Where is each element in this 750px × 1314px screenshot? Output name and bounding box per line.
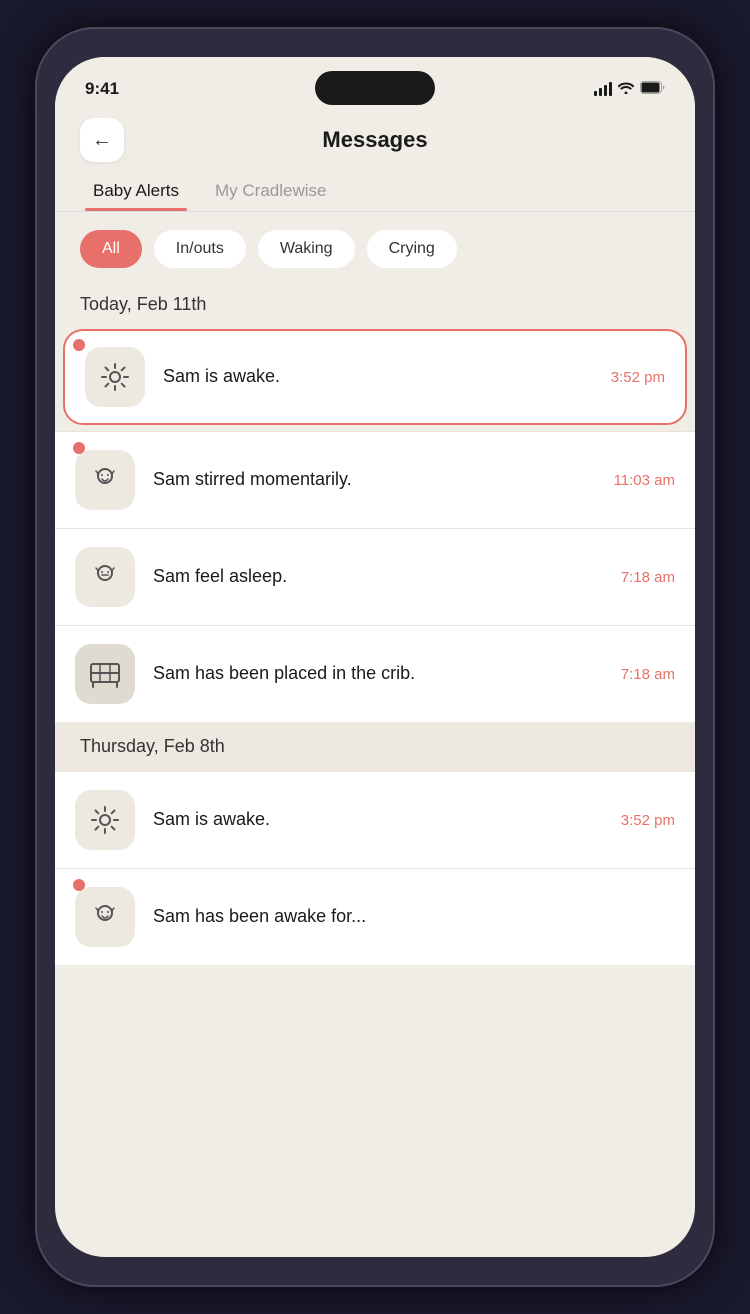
message-item-2-wrapper: Sam stirred momentarily. 11:03 am xyxy=(55,432,695,528)
tabs-container: Baby Alerts My Cradlewise xyxy=(55,163,695,211)
filter-chips: All In/outs Waking Crying xyxy=(55,212,695,286)
message-item-6-wrapper: Sam has been awake for... xyxy=(55,869,695,965)
message-text-5: Sam is awake. xyxy=(153,807,609,832)
page-title: Messages xyxy=(322,127,427,153)
highlighted-row: Sam is awake. 3:52 pm xyxy=(63,329,687,425)
message-icon-baby-1 xyxy=(75,450,135,510)
status-time: 9:41 xyxy=(85,79,119,99)
message-icon-baby-2 xyxy=(75,547,135,607)
message-item-4[interactable]: Sam has been placed in the crib. 7:18 am xyxy=(55,626,695,722)
message-text-6: Sam has been awake for... xyxy=(153,904,675,929)
bottom-safe-area xyxy=(55,965,695,995)
message-item-highlighted[interactable]: Sam is awake. 3:52 pm xyxy=(63,329,687,425)
message-item-3[interactable]: Sam feel asleep. 7:18 am xyxy=(55,529,695,625)
unread-dot-6 xyxy=(73,879,85,891)
phone-frame: 9:41 xyxy=(35,27,715,1287)
unread-dot xyxy=(73,339,85,351)
message-icon-sun-1 xyxy=(85,347,145,407)
battery-icon xyxy=(640,81,665,97)
message-item-6[interactable]: Sam has been awake for... xyxy=(55,869,695,965)
message-icon-sun-2 xyxy=(75,790,135,850)
message-text-3: Sam feel asleep. xyxy=(153,564,609,589)
chip-all[interactable]: All xyxy=(80,230,142,268)
back-button[interactable]: ← xyxy=(80,118,124,162)
date-header-today: Today, Feb 11th xyxy=(55,286,695,329)
message-item-5[interactable]: Sam is awake. 3:52 pm xyxy=(55,772,695,868)
unread-dot-2 xyxy=(73,442,85,454)
message-text-1: Sam is awake. xyxy=(163,364,599,389)
message-time-4: 7:18 am xyxy=(621,666,675,683)
dynamic-island xyxy=(315,71,435,105)
tab-baby-alerts[interactable]: Baby Alerts xyxy=(85,171,187,211)
message-icon-baby-3 xyxy=(75,887,135,947)
message-item-2[interactable]: Sam stirred momentarily. 11:03 am xyxy=(55,432,695,528)
message-list: Today, Feb 11th xyxy=(55,286,695,965)
message-time-3: 7:18 am xyxy=(621,569,675,586)
message-time-1: 3:52 pm xyxy=(611,369,665,386)
date-header-thursday: Thursday, Feb 8th xyxy=(55,722,695,771)
message-time-5: 3:52 pm xyxy=(621,812,675,829)
wifi-icon xyxy=(618,81,634,97)
chip-waking[interactable]: Waking xyxy=(258,230,355,268)
chip-crying[interactable]: Crying xyxy=(367,230,457,268)
chip-inouts[interactable]: In/outs xyxy=(154,230,246,268)
tab-my-cradlewise[interactable]: My Cradlewise xyxy=(207,171,334,211)
header: ← Messages xyxy=(55,107,695,163)
message-time-2: 11:03 am xyxy=(614,472,675,489)
phone-screen: 9:41 xyxy=(55,57,695,1257)
back-arrow-icon: ← xyxy=(92,129,112,152)
signal-icon xyxy=(594,82,612,96)
message-text-2: Sam stirred momentarily. xyxy=(153,467,602,492)
message-text-4: Sam has been placed in the crib. xyxy=(153,661,609,686)
message-icon-crib-1 xyxy=(75,644,135,704)
status-icons xyxy=(594,81,665,97)
